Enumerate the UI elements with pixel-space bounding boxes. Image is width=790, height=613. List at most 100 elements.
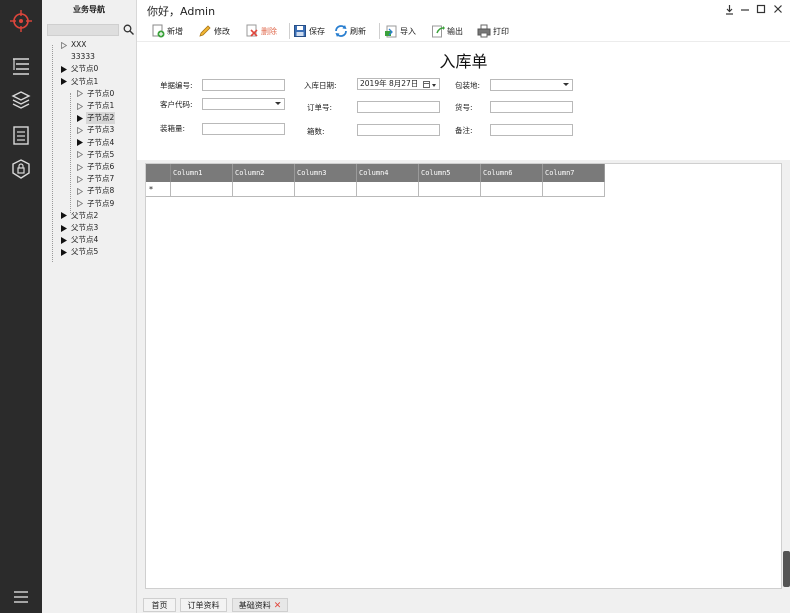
- doc-no-input[interactable]: [202, 79, 285, 91]
- tree-guide-line: [52, 45, 53, 262]
- grid-cell[interactable]: [171, 182, 233, 197]
- tab-close-icon[interactable]: ✕: [274, 601, 282, 611]
- grid-column-header[interactable]: Column6: [481, 164, 543, 182]
- grid-column-header[interactable]: Column7: [543, 164, 605, 182]
- new-button[interactable]: 新增: [151, 23, 183, 39]
- box-count-input[interactable]: [357, 124, 440, 136]
- grid-cell[interactable]: [233, 182, 295, 197]
- print-button[interactable]: 打印: [477, 23, 509, 39]
- tree-node[interactable]: 父节点4: [60, 234, 99, 246]
- expand-arrow-icon[interactable]: [60, 248, 68, 256]
- save-button[interactable]: 保存: [293, 23, 325, 39]
- collapse-arrow-icon[interactable]: [60, 41, 68, 49]
- pin-download-icon[interactable]: [723, 3, 735, 15]
- minimize-icon[interactable]: [739, 3, 751, 15]
- grid-cell[interactable]: [357, 182, 419, 197]
- grid-new-row-marker[interactable]: *: [146, 182, 171, 197]
- nav-search-input[interactable]: [47, 24, 119, 36]
- tree-node[interactable]: XXX: [60, 39, 87, 51]
- close-icon[interactable]: [772, 3, 784, 15]
- menu-icon[interactable]: [9, 585, 33, 609]
- tree-node[interactable]: 父节点0: [60, 63, 99, 75]
- grid-cell[interactable]: [419, 182, 481, 197]
- scrollbar-grip[interactable]: [783, 551, 790, 587]
- import-button[interactable]: 导入: [384, 23, 416, 39]
- expand-arrow-icon[interactable]: [60, 236, 68, 244]
- tree-node[interactable]: 子节点0: [76, 88, 115, 100]
- pencil-icon: [198, 24, 212, 38]
- collapse-arrow-icon[interactable]: [76, 102, 84, 110]
- grid-column-header[interactable]: Column5: [419, 164, 481, 182]
- refresh-button[interactable]: 刷新: [334, 23, 366, 39]
- tab-home[interactable]: 首页: [143, 598, 176, 612]
- box-qty-input[interactable]: [202, 123, 285, 135]
- expand-arrow-icon[interactable]: [60, 78, 68, 86]
- tab-order-info[interactable]: 订单资料: [180, 598, 227, 612]
- expand-arrow-icon[interactable]: [76, 114, 84, 122]
- tab-home-label: 首页: [151, 601, 168, 610]
- order-no-input[interactable]: [357, 101, 440, 113]
- customer-code-select[interactable]: [202, 98, 285, 110]
- tree-guide-line: [70, 93, 71, 213]
- collapse-arrow-icon[interactable]: [76, 90, 84, 98]
- tree-node[interactable]: 父节点5: [60, 246, 99, 258]
- tree-node[interactable]: 父节点1: [60, 76, 99, 88]
- tab-basic-info[interactable]: 基础资料 ✕: [232, 598, 288, 612]
- tree-node-label: 父节点0: [71, 64, 99, 74]
- expand-arrow-icon[interactable]: [60, 224, 68, 232]
- delete-document-icon: [245, 24, 259, 38]
- tree-node-label: 子节点2: [86, 112, 116, 125]
- maximize-icon[interactable]: [755, 3, 767, 15]
- tree-node[interactable]: 子节点4: [76, 137, 115, 149]
- collapse-arrow-icon[interactable]: [76, 163, 84, 171]
- edit-button-label: 修改: [214, 26, 230, 36]
- tree-node[interactable]: 子节点3: [76, 124, 115, 136]
- grid-column-header[interactable]: Column3: [295, 164, 357, 182]
- expand-arrow-icon[interactable]: [76, 139, 84, 147]
- calendar-dropdown-icon[interactable]: [423, 80, 437, 89]
- crosshair-logo-icon[interactable]: [9, 9, 33, 33]
- customer-code-label: 客户代码:: [160, 100, 193, 109]
- remark-input[interactable]: [490, 124, 573, 136]
- security-lock-icon[interactable]: [9, 157, 33, 181]
- tree-node[interactable]: 子节点2: [76, 112, 116, 125]
- grid-cell[interactable]: [295, 182, 357, 197]
- tree-node[interactable]: 子节点8: [76, 185, 115, 197]
- tree-node[interactable]: 子节点6: [76, 161, 115, 173]
- tree-node[interactable]: 子节点5: [76, 149, 115, 161]
- nav-title: 业务导航: [73, 5, 105, 14]
- tree-node[interactable]: 父节点3: [60, 222, 99, 234]
- import-button-label: 导入: [400, 26, 416, 36]
- search-icon[interactable]: [121, 22, 135, 36]
- grid-column-header[interactable]: Column1: [171, 164, 233, 182]
- import-icon: [384, 24, 398, 38]
- expand-arrow-icon[interactable]: [60, 65, 68, 73]
- document-icon[interactable]: [9, 123, 33, 147]
- export-button[interactable]: 输出: [431, 23, 463, 39]
- pack-place-select[interactable]: [490, 79, 573, 91]
- edit-button[interactable]: 修改: [198, 23, 230, 39]
- grid-column-header[interactable]: Column4: [357, 164, 419, 182]
- grid-column-header[interactable]: Column2: [233, 164, 295, 182]
- collapse-arrow-icon[interactable]: [76, 151, 84, 159]
- layers-icon[interactable]: [9, 88, 33, 112]
- grid-cell[interactable]: [481, 182, 543, 197]
- list-tree-icon[interactable]: [9, 54, 33, 78]
- expand-arrow-icon[interactable]: [60, 212, 68, 220]
- goods-no-input[interactable]: [490, 101, 573, 113]
- collapse-arrow-icon[interactable]: [76, 126, 84, 134]
- tree-node-label: 子节点6: [87, 162, 115, 171]
- inbound-date-picker[interactable]: 2019年 8月27日: [357, 78, 440, 90]
- tree-node-label: 子节点9: [87, 198, 115, 208]
- tree-node[interactable]: 父节点2: [60, 210, 99, 222]
- grid-cell[interactable]: [543, 182, 605, 197]
- tree-node-label: 子节点4: [87, 137, 115, 147]
- tree-node[interactable]: 子节点7: [76, 173, 115, 185]
- tree-node[interactable]: 33333: [60, 51, 96, 63]
- tree-node[interactable]: 子节点9: [76, 198, 115, 210]
- delete-button[interactable]: 删除: [245, 23, 277, 39]
- collapse-arrow-icon[interactable]: [76, 187, 84, 195]
- collapse-arrow-icon[interactable]: [76, 200, 84, 208]
- tree-node[interactable]: 子节点1: [76, 100, 115, 112]
- collapse-arrow-icon[interactable]: [76, 175, 84, 183]
